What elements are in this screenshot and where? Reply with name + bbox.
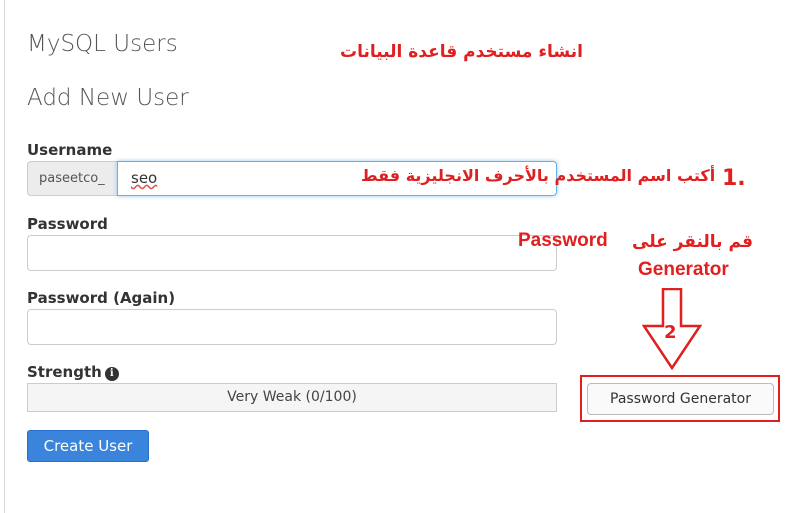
- password-input[interactable]: [27, 235, 557, 271]
- page-left-border: [4, 0, 5, 513]
- annotation-title: انشاء مستخدم قاعدة البيانات: [340, 42, 583, 62]
- password-label: Password: [27, 215, 108, 233]
- annotation-step2-text-ar: قم بالنقر على: [632, 232, 753, 252]
- page-title: MySQL Users: [27, 31, 178, 57]
- username-label: Username: [27, 141, 113, 159]
- info-icon[interactable]: i: [104, 367, 119, 381]
- annotation-step2-text-en2: Generator: [638, 259, 729, 280]
- strength-label: Strength i: [27, 363, 119, 381]
- annotation-step1-text: أكتب اسم المستخدم بالأحرف الانجليزية فقط: [361, 166, 716, 185]
- password-generator-button[interactable]: Password Generator: [587, 383, 774, 415]
- password-strength-meter: Very Weak (0/100): [27, 383, 557, 412]
- annotation-step2-number: 2: [664, 322, 677, 343]
- password-again-input[interactable]: [27, 309, 557, 345]
- annotation-step2-text-en1: Password: [518, 230, 608, 251]
- strength-label-text: Strength: [27, 363, 102, 381]
- username-prefix: paseetco_: [27, 161, 117, 196]
- section-heading-add-user: Add New User: [27, 85, 189, 111]
- password-again-label: Password (Again): [27, 289, 176, 307]
- annotation-step1-number: 1.: [722, 166, 746, 191]
- create-user-button[interactable]: Create User: [27, 430, 149, 462]
- username-value: seo: [131, 169, 158, 187]
